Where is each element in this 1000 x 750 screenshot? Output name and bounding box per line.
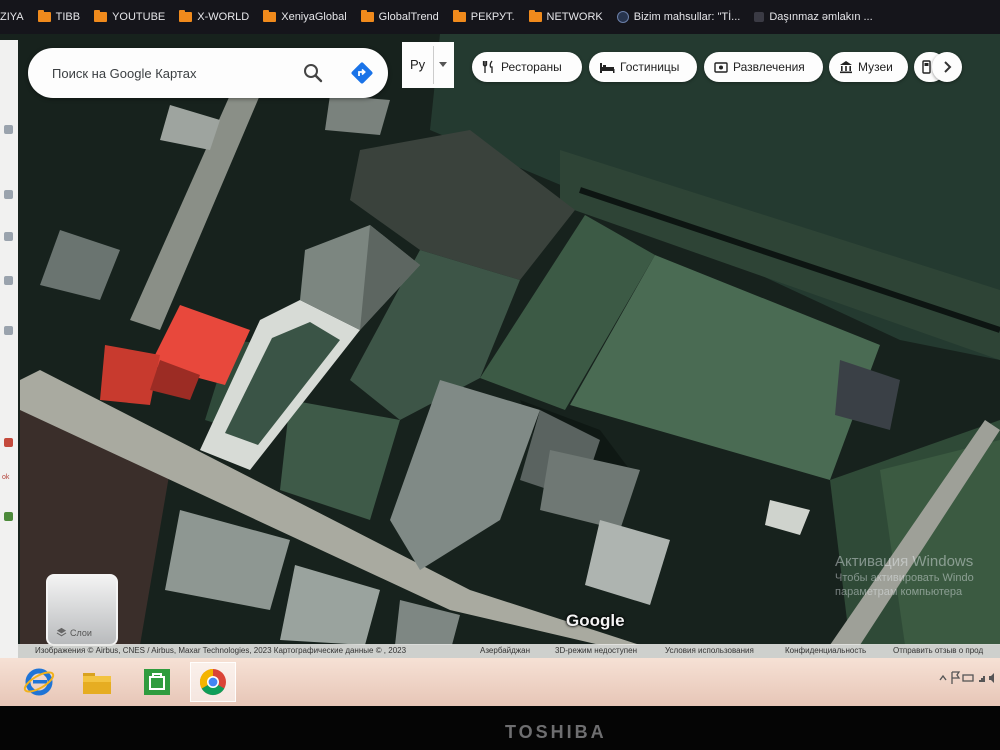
3d-mode-status: 3D-режим недоступен	[555, 646, 638, 655]
globe-icon	[616, 11, 629, 23]
laptop-bezel: TOSHIBA	[0, 706, 1000, 750]
bookmark-tibb[interactable]: TIBB	[37, 10, 81, 23]
language-value: Ру	[410, 57, 426, 72]
ticket-icon	[714, 62, 728, 73]
internet-explorer-icon[interactable]	[22, 666, 56, 698]
chip-entertainment[interactable]: Развлечения	[704, 52, 823, 82]
folder-icon	[452, 10, 466, 22]
watermark-title: Активация Windows	[835, 553, 974, 570]
google-logo: Google	[566, 611, 625, 630]
directions-icon[interactable]	[350, 61, 374, 85]
bookmark-label: РЕКРУТ.	[470, 11, 515, 23]
bookmark-youtube[interactable]: YOUTUBE	[94, 10, 166, 23]
chip-museums[interactable]: Музеи	[829, 52, 908, 82]
folder-icon	[528, 10, 542, 22]
bookmark-label: NETWORK	[546, 11, 603, 23]
side-window-strip: ok	[0, 40, 18, 658]
bookmark-label: GlobalTrend	[378, 11, 439, 23]
house-top-left-2	[325, 95, 390, 135]
search-box	[28, 48, 388, 98]
bookmark-label: X-WORLD	[197, 11, 250, 23]
flag-icon[interactable]	[951, 671, 961, 684]
watermark-line-2: параметрам компьютера	[835, 586, 963, 598]
country-link[interactable]: Азербайджан	[480, 646, 530, 655]
museum-icon	[840, 61, 852, 74]
bookmarks-bar: ZIYA TIBB YOUTUBE X-WORLD XeniyaGlobal G…	[0, 0, 1000, 34]
terms-link[interactable]: Условия использования	[665, 646, 754, 655]
show-hidden-icons-icon[interactable]	[939, 674, 947, 681]
restaurant-icon	[482, 60, 493, 73]
language-divider	[433, 46, 434, 84]
windows-taskbar	[0, 658, 1000, 706]
chips-scroll-right-button[interactable]	[932, 52, 962, 82]
bookmark-label: YOUTUBE	[112, 11, 166, 23]
bookmark-xeniyaglobal[interactable]: XeniyaGlobal	[263, 10, 347, 23]
battery-icon[interactable]	[962, 674, 974, 682]
desktop-icon[interactable]	[4, 232, 13, 241]
windows-activation-watermark: Активация Windows Чтобы активировать Win…	[835, 553, 1000, 598]
folder-icon	[179, 10, 193, 22]
desktop-icon[interactable]	[4, 190, 13, 199]
bookmark-label: Daşınmaz əmlakın ...	[769, 11, 873, 23]
desktop-icon[interactable]	[4, 276, 13, 285]
network-icon[interactable]	[977, 676, 985, 682]
bookmark-dasinmaz[interactable]: Daşınmaz əmlakın ...	[754, 11, 873, 23]
file-explorer-icon[interactable]	[80, 666, 114, 698]
folder-icon	[94, 10, 108, 22]
store-icon[interactable]	[140, 666, 174, 698]
hotel-bed-icon	[600, 63, 615, 73]
bookmark-x-world[interactable]: X-WORLD	[179, 10, 250, 23]
folder-icon	[263, 10, 277, 22]
chip-hotels[interactable]: Гостиницы	[589, 52, 697, 82]
chip-label: Развлечения	[733, 60, 805, 74]
chip-label: Гостиницы	[620, 60, 680, 74]
bookmark-ziya[interactable]: ZIYA	[0, 11, 24, 23]
strip-label: ok	[2, 474, 10, 481]
laptop-brand-logo: TOSHIBA	[505, 722, 607, 742]
bookmark-globaltrend[interactable]: GlobalTrend	[360, 10, 439, 23]
chip-restaurants[interactable]: Рестораны	[472, 52, 582, 82]
bookmark-label: XeniyaGlobal	[281, 11, 347, 23]
volume-icon[interactable]	[989, 673, 994, 683]
bookmark-label: ZIYA	[0, 11, 24, 23]
bookmark-rekrut[interactable]: РЕКРУТ.	[452, 10, 515, 23]
privacy-link[interactable]: Конфиденциальность	[785, 646, 866, 655]
layers-label: Слои	[70, 627, 92, 638]
folder-icon	[37, 10, 51, 22]
chip-label: Музеи	[858, 60, 893, 74]
bookmark-network[interactable]: NETWORK	[528, 10, 603, 23]
layers-button[interactable]: Слои	[46, 574, 118, 646]
watermark-line-1: Чтобы активировать Windo	[835, 572, 974, 584]
language-select[interactable]: Ру	[402, 42, 454, 88]
chip-label: Рестораны	[501, 60, 562, 74]
desktop-icon[interactable]	[4, 438, 13, 447]
chevron-right-icon	[944, 61, 952, 73]
bookmark-bizim-mahsullar[interactable]: Bizim mahsullar: "Tİ...	[616, 11, 741, 23]
desktop-icon[interactable]	[4, 512, 13, 521]
feedback-link[interactable]: Отправить отзыв о прод	[893, 646, 983, 655]
layers-row: Слои	[56, 627, 92, 638]
bookmark-label: TIBB	[55, 11, 81, 23]
desktop-icon[interactable]	[4, 125, 13, 134]
map-attribution-bar: Изображения © Airbus, CNES / Airbus, Max…	[18, 644, 1000, 658]
desktop-icon[interactable]	[4, 326, 13, 335]
folder-icon	[360, 10, 374, 22]
system-tray[interactable]	[938, 668, 998, 688]
search-icon[interactable]	[301, 61, 325, 85]
bookmark-label: Bizim mahsullar: "Tİ...	[633, 11, 741, 23]
imagery-credit: Изображения © Airbus, CNES / Airbus, Max…	[35, 646, 407, 655]
layers-icon	[56, 627, 67, 637]
red-roof-left	[100, 345, 160, 405]
search-input[interactable]	[50, 62, 300, 84]
chevron-down-icon	[439, 62, 447, 67]
chrome-icon[interactable]	[196, 666, 230, 698]
site-favicon-icon	[754, 12, 765, 22]
